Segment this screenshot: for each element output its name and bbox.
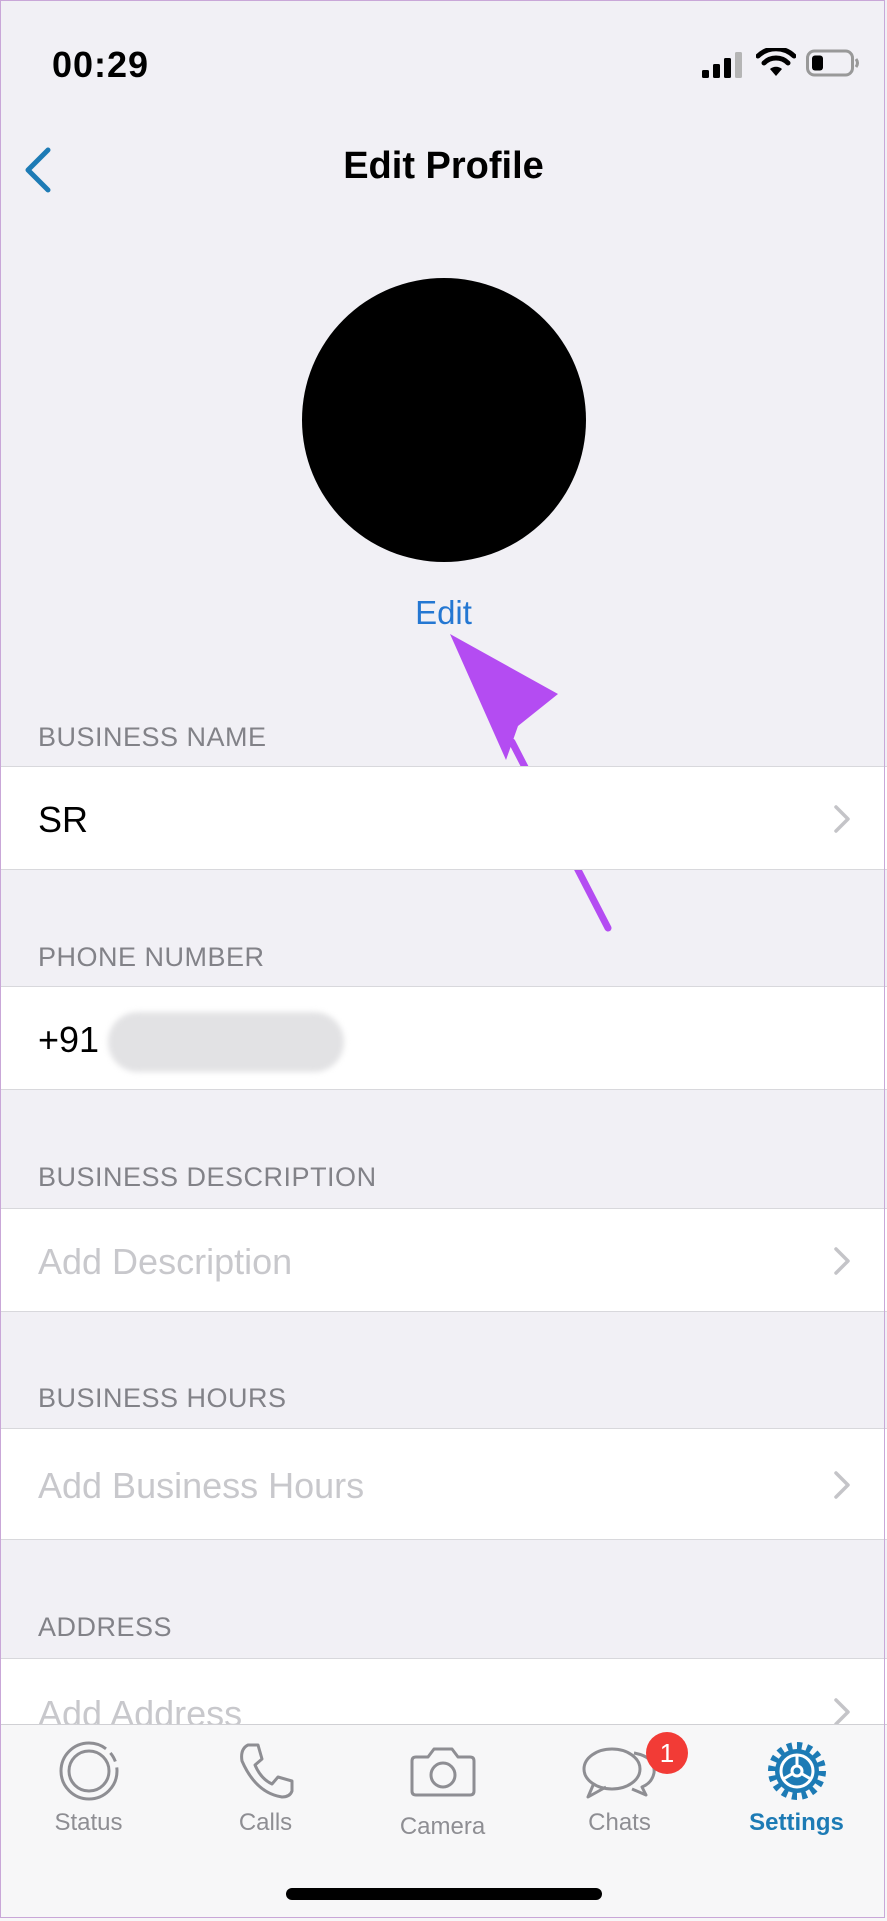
business-hours-label: BUSINESS HOURS (38, 1383, 287, 1413)
tab-label: Status (54, 1809, 123, 1836)
battery-icon (806, 49, 859, 77)
status-icon (59, 1741, 118, 1801)
business-description-label: BUSINESS DESCRIPTION (38, 1162, 377, 1192)
add-business-hours-placeholder: Add Business Hours (38, 1465, 365, 1506)
business-name-value: SR (38, 799, 89, 840)
profile-photo[interactable] (302, 278, 586, 562)
camera-icon (410, 1747, 475, 1797)
chevron-right-icon (834, 805, 850, 833)
clock: 00:29 (52, 44, 150, 85)
cellular-signal-icon (702, 52, 742, 78)
tab-label: Calls (238, 1809, 293, 1836)
page-title: Edit Profile (343, 145, 544, 187)
phone-number-value: +91 (38, 1019, 100, 1060)
home-indicator[interactable] (286, 1888, 602, 1900)
phone-icon (239, 1743, 293, 1799)
add-description-placeholder: Add Description (38, 1241, 293, 1282)
chevron-right-icon (834, 1698, 850, 1726)
tab-calls[interactable]: Calls (177, 1725, 354, 1855)
redacted-phone-blur (108, 1012, 344, 1072)
tab-settings[interactable]: Settings (708, 1725, 885, 1855)
wifi-icon (756, 48, 796, 76)
unread-badge: 1 (646, 1732, 688, 1774)
business-name-row[interactable]: SR (0, 766, 887, 870)
address-label: ADDRESS (38, 1612, 173, 1642)
tab-label: Settings (749, 1809, 844, 1836)
edit-photo-link[interactable]: Edit (0, 594, 887, 632)
business-name-label: BUSINESS NAME (38, 722, 267, 752)
status-bar: 00:29 (0, 0, 887, 120)
tab-camera[interactable]: Camera (354, 1725, 531, 1855)
chevron-right-icon (834, 1247, 850, 1275)
tab-label: Camera (399, 1813, 486, 1840)
tab-label: Chats (588, 1809, 651, 1836)
chevron-right-icon (834, 1471, 850, 1499)
tab-status[interactable]: Status (0, 1725, 177, 1855)
gear-icon (767, 1742, 826, 1800)
business-hours-row[interactable]: Add Business Hours (0, 1428, 887, 1540)
phone-number-label: PHONE NUMBER (38, 942, 265, 972)
business-description-row[interactable]: Add Description (0, 1208, 887, 1312)
